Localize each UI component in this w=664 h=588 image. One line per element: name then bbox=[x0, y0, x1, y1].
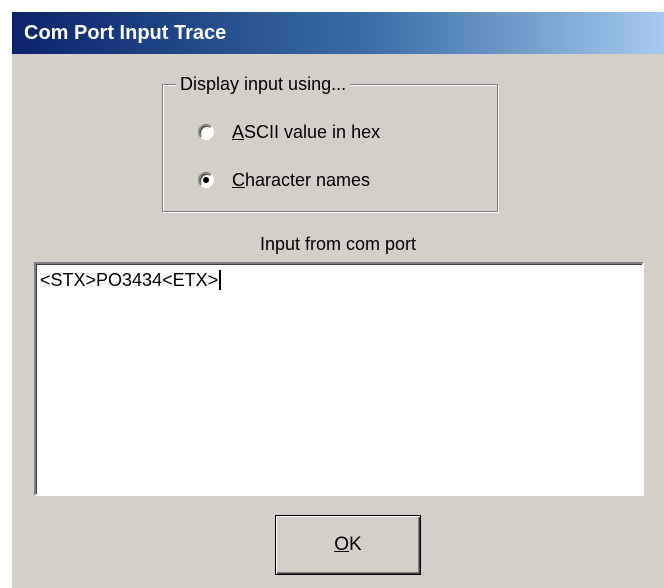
radio-ascii-hex[interactable]: ASCII value in hex bbox=[198, 119, 380, 145]
radio-label-character-names[interactable]: Character names bbox=[232, 170, 370, 191]
radio-selected-dot bbox=[203, 177, 209, 183]
ok-button[interactable]: OK bbox=[275, 515, 421, 575]
title-bar[interactable]: Com Port Input Trace bbox=[12, 12, 664, 54]
window-title: Com Port Input Trace bbox=[24, 22, 227, 44]
radio-button-checked[interactable] bbox=[198, 172, 214, 188]
com-port-input-textarea[interactable]: <STX>PO3434<ETX> bbox=[34, 262, 644, 496]
groupbox-legend: Display input using... bbox=[176, 74, 351, 95]
input-field-label: Input from com port bbox=[259, 234, 417, 254]
radio-button-unchecked[interactable] bbox=[198, 124, 214, 140]
text-caret bbox=[219, 270, 222, 290]
input-text-value: <STX>PO3434<ETX> bbox=[40, 270, 219, 290]
com-port-input-trace-dialog: Com Port Input Trace Display input using… bbox=[10, 10, 664, 588]
radio-character-names[interactable]: Character names bbox=[198, 167, 370, 193]
radio-label-ascii-hex[interactable]: ASCII value in hex bbox=[232, 122, 380, 143]
